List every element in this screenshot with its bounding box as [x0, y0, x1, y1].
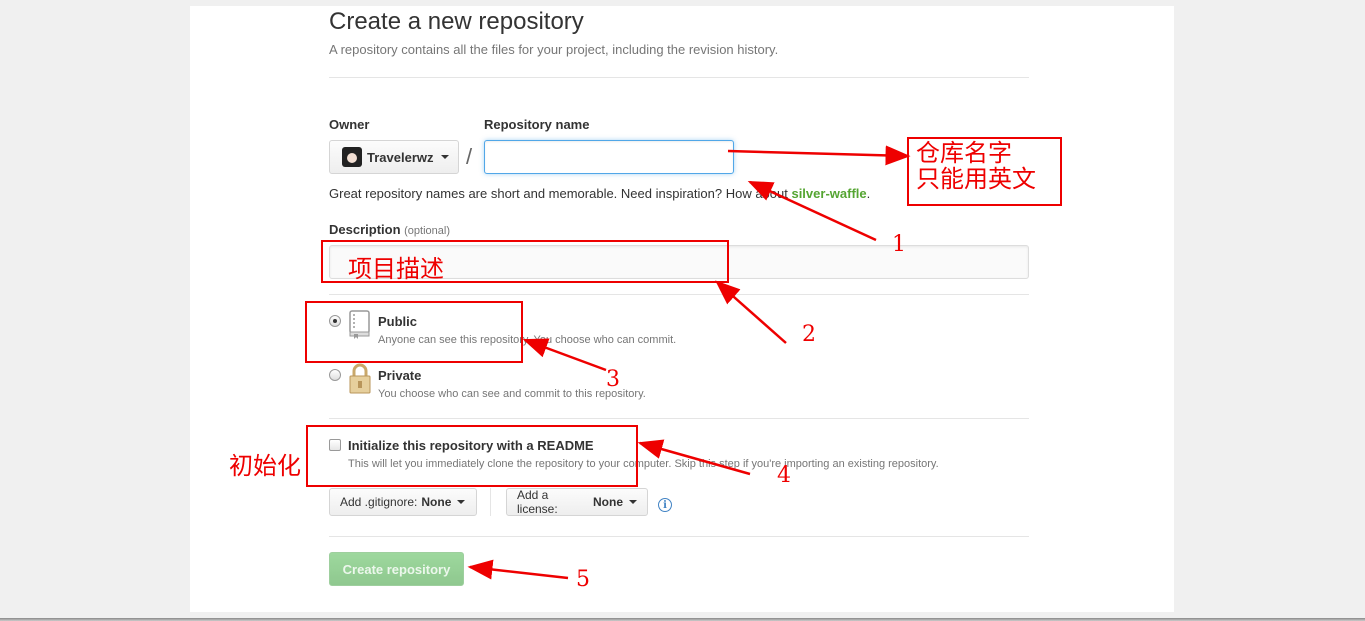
license-dropdown[interactable]: Add a license: None [506, 488, 648, 516]
divider [329, 294, 1029, 295]
caret-down-icon [440, 155, 449, 159]
gitignore-dropdown[interactable]: Add .gitignore: None [329, 488, 477, 516]
create-repository-button[interactable]: Create repository [329, 552, 464, 586]
gitignore-label: Add .gitignore: [340, 495, 418, 509]
private-radio[interactable] [329, 369, 341, 381]
annotation-number-2: 2 [802, 322, 816, 347]
name-hint: Great repository names are short and mem… [329, 186, 870, 201]
annotation-repo-name-line2: 只能用英文 [916, 165, 1036, 193]
license-value: None [593, 495, 623, 509]
annotation-box-init [306, 425, 638, 487]
avatar [342, 147, 362, 167]
repo-name-label: Repository name [484, 117, 590, 132]
annotation-description: 项目描述 [348, 255, 444, 283]
annotation-number-1: 1 [892, 232, 906, 257]
annotation-number-5: 5 [576, 567, 590, 592]
annotation-repo-name-line1: 仓库名字 [916, 139, 1012, 167]
annotation-number-4: 4 [777, 463, 791, 488]
optional-note: (optional) [404, 225, 450, 237]
caret-down-icon [629, 500, 637, 504]
owner-dropdown[interactable]: Travelerwz [329, 140, 459, 174]
description-label: Description [329, 222, 401, 237]
hint-suffix: . [866, 186, 871, 201]
license-label: Add a license: [517, 488, 558, 516]
page-subtitle: A repository contains all the files for … [329, 42, 779, 57]
caret-down-icon [457, 500, 466, 504]
private-title: Private [378, 368, 422, 383]
divider [329, 77, 1029, 78]
annotation-init: 初始化 [229, 452, 301, 480]
info-icon[interactable]: i [658, 498, 672, 512]
hint-prefix: Great repository names are short and mem… [329, 186, 792, 201]
annotation-number-3: 3 [606, 367, 620, 392]
divider [329, 418, 1029, 419]
annotation-box-public [305, 301, 523, 363]
owner-separator: / [466, 144, 473, 169]
owner-name: Travelerwz [367, 149, 434, 165]
name-suggestion[interactable]: silver-waffle [791, 186, 866, 201]
lock-icon [349, 363, 371, 394]
owner-label: Owner [329, 117, 370, 132]
divider [329, 536, 1029, 537]
gitignore-value: None [421, 495, 452, 509]
description-label-row: Description (optional) [329, 222, 450, 237]
page-title: Create a new repository [329, 8, 584, 35]
repository-name-input[interactable] [484, 140, 734, 174]
select-divider [490, 488, 491, 516]
